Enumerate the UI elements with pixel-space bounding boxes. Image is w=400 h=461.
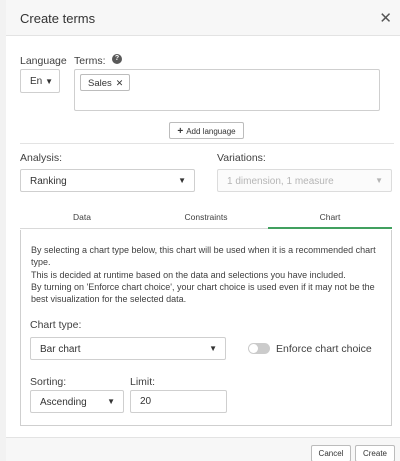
terms-input[interactable]: Sales ✕ (74, 69, 380, 111)
analysis-select-value: Ranking (30, 176, 67, 187)
enforce-chart-choice-toggle[interactable] (248, 343, 270, 354)
cancel-button[interactable]: Cancel (311, 445, 351, 461)
tab-chart[interactable]: Chart (268, 205, 392, 229)
description-line: By turning on 'Enforce chart choice', yo… (31, 281, 375, 305)
add-language-label: Add language (186, 127, 236, 136)
limit-label: Limit: (130, 376, 156, 388)
sorting-select[interactable]: Ascending ▼ (30, 390, 124, 413)
enforce-chart-choice-label: Enforce chart choice (276, 343, 372, 355)
terms-label: Terms: (74, 55, 106, 67)
divider (20, 143, 394, 144)
chart-type-label: Chart type: (30, 319, 82, 331)
help-icon[interactable]: ? (112, 54, 122, 64)
variations-select[interactable]: 1 dimension, 1 measure ▼ (217, 169, 392, 192)
analysis-label: Analysis: (20, 152, 63, 164)
tab-constraints[interactable]: Constraints (144, 205, 268, 229)
language-select[interactable]: En ▼ (20, 69, 60, 93)
create-button[interactable]: Create (355, 445, 395, 461)
language-select-value: En (30, 76, 43, 87)
variations-label: Variations: (217, 152, 266, 164)
description-line: This is decided at runtime based on the … (31, 269, 346, 280)
chart-type-select-value: Bar chart (40, 344, 81, 355)
tab-data[interactable]: Data (20, 205, 144, 229)
toggle-knob (249, 344, 258, 353)
term-chip-label: Sales (88, 78, 112, 89)
tab-bar: Data Constraints Chart (20, 205, 392, 229)
language-label: Language (20, 55, 67, 67)
chevron-down-icon: ▼ (375, 176, 383, 185)
sorting-select-value: Ascending (40, 397, 87, 408)
chevron-down-icon: ▼ (45, 77, 53, 86)
limit-input[interactable] (130, 390, 227, 413)
variations-select-value: 1 dimension, 1 measure (227, 176, 334, 187)
remove-term-icon[interactable]: ✕ (116, 78, 124, 88)
term-chip: Sales ✕ (80, 74, 131, 91)
chevron-down-icon: ▼ (107, 397, 115, 406)
close-icon[interactable]: ✕ (379, 9, 392, 27)
analysis-select[interactable]: Ranking ▼ (20, 169, 195, 192)
add-language-button[interactable]: + Add language (169, 122, 244, 139)
chevron-down-icon: ▼ (178, 176, 186, 185)
description-line: By selecting a chart type below, this ch… (31, 245, 376, 268)
chart-description: By selecting a chart type below, this ch… (31, 244, 381, 305)
sorting-label: Sorting: (30, 376, 67, 388)
plus-icon: + (177, 126, 184, 137)
dialog-title: Create terms (20, 11, 96, 26)
chart-type-select[interactable]: Bar chart ▼ (30, 337, 226, 360)
dialog-header: Create terms ✕ (6, 0, 400, 36)
chevron-down-icon: ▼ (209, 344, 217, 353)
